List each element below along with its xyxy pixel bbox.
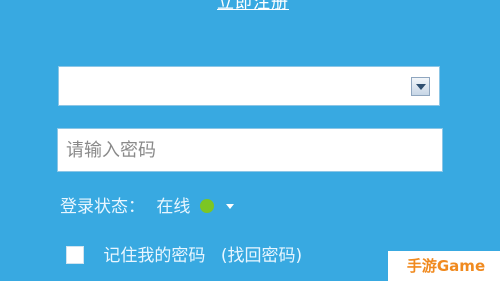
account-field[interactable] <box>58 66 440 106</box>
chevron-down-icon <box>416 84 426 90</box>
login-status-select[interactable]: 在线 <box>156 193 235 221</box>
caret-down-icon <box>226 204 235 209</box>
account-dropdown-button[interactable] <box>411 77 430 96</box>
remember-password-checkbox[interactable] <box>66 246 84 264</box>
register-link[interactable]: 立即注册 <box>178 0 328 15</box>
watermark-logo: 手游Game <box>388 251 500 281</box>
remember-password-label[interactable]: 记住我的密码 <box>103 246 205 266</box>
password-field-container <box>57 128 443 172</box>
find-password-link[interactable]: (找回密码) <box>221 246 302 266</box>
remember-password-row: 记住我的密码 (找回密码) <box>66 244 302 268</box>
password-field[interactable] <box>58 129 442 171</box>
login-status-label: 登录状态： <box>60 197 145 217</box>
login-status-value: 在线 <box>156 197 191 217</box>
login-status-row: 登录状态： 在线 <box>60 193 235 221</box>
online-status-icon <box>199 199 214 213</box>
